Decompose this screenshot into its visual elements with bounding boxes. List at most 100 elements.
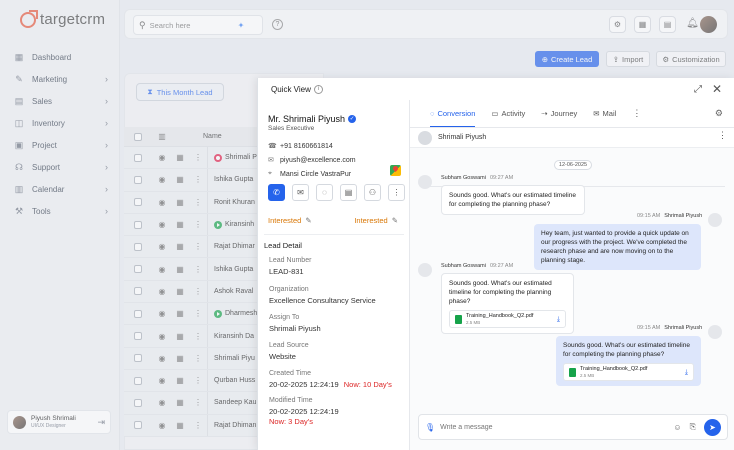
lead-name-cell[interactable]: Ashok Raval [207, 280, 258, 303]
kebab-icon[interactable]: ⋮ [189, 175, 207, 184]
row-checkbox[interactable] [134, 242, 142, 251]
tab-activity[interactable]: ▭ Activity [491, 100, 525, 127]
sidebar-item-support[interactable]: ☊ Support › [10, 156, 110, 178]
kebab-icon[interactable]: ⋮ [189, 421, 207, 430]
lead-name-cell[interactable]: Qurban Huss [207, 369, 258, 392]
kebab-icon[interactable]: ⋮ [189, 309, 207, 318]
calendar-icon[interactable]: ▦ [171, 354, 189, 363]
table-row[interactable]: ◉ ▦ ⋮ Qurban Huss [124, 369, 258, 393]
row-checkbox[interactable] [134, 265, 142, 274]
tabs-more-icon[interactable]: ⋮ [632, 108, 641, 119]
eye-icon[interactable]: ◉ [153, 376, 171, 385]
table-row[interactable]: ◉ ▦ ⋮ Kiransinh [124, 213, 258, 237]
chat-more-icon[interactable]: ⋮ [718, 130, 727, 141]
calendar-icon[interactable]: ▦ [171, 242, 189, 251]
lead-name-cell[interactable]: Kiransinh Da [207, 325, 258, 347]
tab-conversion[interactable]: ◌ Conversion [430, 100, 476, 127]
calendar-icon[interactable]: ▦ [171, 332, 189, 341]
row-checkbox[interactable] [134, 309, 142, 318]
kebab-icon[interactable]: ⋮ [189, 332, 207, 341]
lead-name-cell[interactable]: Shrimali Piyu [207, 347, 258, 369]
sidebar-item-tools[interactable]: ⚒ Tools › [10, 200, 110, 222]
emoji-icon[interactable]: ☺ [673, 423, 681, 432]
info-icon[interactable]: i [313, 84, 323, 94]
create-lead-button[interactable]: ⊕ Create Lead [535, 51, 599, 67]
table-row[interactable]: ◉ ▦ ⋮ Ronit Khuran [124, 191, 258, 214]
kebab-icon[interactable]: ⋮ [189, 287, 207, 296]
eye-icon[interactable]: ◉ [153, 220, 171, 229]
kebab-icon[interactable]: ⋮ [189, 220, 207, 229]
send-button[interactable]: ➤ [704, 418, 721, 436]
import-button[interactable]: ⇪ Import [606, 51, 650, 67]
document-button[interactable]: ▤ [340, 184, 357, 201]
sidebar-item-sales[interactable]: ▤ Sales › [10, 90, 110, 112]
this-month-filter-button[interactable]: ⧗ This Month Lead [136, 83, 224, 101]
select-all-checkbox[interactable] [134, 132, 142, 141]
table-row[interactable]: ◉ ▦ ⋮ Ishika Gupta [124, 169, 258, 192]
lead-name-cell[interactable]: Ishika Gupta [207, 169, 258, 191]
download-icon[interactable]: ⤓ [685, 368, 688, 377]
profile-avatar[interactable] [700, 16, 717, 33]
call-button[interactable]: ✆ [268, 184, 285, 201]
lead-name-cell[interactable]: Rajat Dhiman [207, 414, 258, 436]
email-button[interactable]: ✉ [292, 184, 309, 201]
download-icon[interactable]: ⤓ [557, 315, 560, 324]
eye-icon[interactable]: ◉ [153, 242, 171, 251]
kebab-icon[interactable]: ⋮ [189, 398, 207, 407]
columns-icon[interactable]: ▥ [153, 132, 171, 141]
table-row[interactable]: ◉ ▦ ⋮ Ashok Raval [124, 280, 258, 304]
status-right[interactable]: Interested ✎ [354, 216, 398, 225]
row-checkbox[interactable] [134, 198, 142, 207]
table-row[interactable]: ◉ ▦ ⋮ Sandeep Kau [124, 392, 258, 415]
search-input[interactable] [149, 20, 238, 30]
row-checkbox[interactable] [134, 354, 142, 363]
table-row[interactable]: ◉ ▦ ⋮ Ishika Gupta [124, 258, 258, 281]
more-button[interactable]: ⋮ [388, 184, 405, 201]
lead-name-cell[interactable]: Kiransinh [207, 213, 258, 236]
row-checkbox[interactable] [134, 421, 142, 430]
row-checkbox[interactable] [134, 376, 142, 385]
kebab-icon[interactable]: ⋮ [189, 198, 207, 207]
gear-icon[interactable]: ⚙ [715, 108, 723, 119]
sidebar-item-marketing[interactable]: ✎ Marketing › [10, 68, 110, 90]
search-box[interactable]: ⚲ ✦ [133, 15, 263, 35]
expand-icon[interactable]: ⤢ [694, 84, 702, 95]
calendar-icon[interactable]: ▦ [171, 220, 189, 229]
calendar-icon[interactable]: ▦ [171, 287, 189, 296]
eye-icon[interactable]: ◉ [153, 287, 171, 296]
calendar-icon[interactable]: ▦ [171, 309, 189, 318]
eye-icon[interactable]: ◉ [153, 309, 171, 318]
close-icon[interactable]: ✕ [712, 82, 722, 96]
lead-name-cell[interactable]: Sandeep Kau [207, 392, 258, 414]
microphone-icon[interactable]: 🎙︎ [425, 423, 435, 432]
status-left[interactable]: Interested ✎ [268, 216, 312, 225]
lead-phone[interactable]: ☎ +91 8160661814 [268, 142, 333, 151]
kebab-icon[interactable]: ⋮ [189, 265, 207, 274]
eye-icon[interactable]: ◉ [153, 198, 171, 207]
kebab-icon[interactable]: ⋮ [189, 354, 207, 363]
row-checkbox[interactable] [134, 332, 142, 341]
tab-mail[interactable]: ✉ Mail [593, 100, 616, 127]
eye-icon[interactable]: ◉ [153, 354, 171, 363]
settings-icon[interactable]: ⚙ [609, 16, 626, 33]
row-checkbox[interactable] [134, 175, 142, 184]
customization-button[interactable]: ⚙ Customization [656, 51, 726, 67]
eye-icon[interactable]: ◉ [153, 175, 171, 184]
eye-icon[interactable]: ◉ [153, 153, 171, 162]
lead-name-cell[interactable]: Rajat Dhimar [207, 236, 258, 258]
lead-name-cell[interactable]: Ronit Khuran [207, 191, 258, 213]
calendar-icon[interactable]: ▦ [171, 376, 189, 385]
row-checkbox[interactable] [134, 153, 142, 162]
chat-button[interactable]: ◌ [316, 184, 333, 201]
calendar-icon[interactable]: ▦ [171, 198, 189, 207]
table-row[interactable]: ◉ ▦ ⋮ Rajat Dhimar [124, 236, 258, 259]
lead-name-cell[interactable]: Ishika Gupta [207, 258, 258, 280]
column-header-name[interactable]: Name [171, 127, 258, 146]
sidebar-item-calendar[interactable]: ▥ Calendar › [10, 178, 110, 200]
calendar-icon[interactable]: ▦ [171, 153, 189, 162]
kebab-icon[interactable]: ⋮ [189, 153, 207, 162]
table-row[interactable]: ◉ ▦ ⋮ Rajat Dhiman [124, 414, 258, 437]
tab-journey[interactable]: ⇢ Journey [541, 100, 577, 127]
row-checkbox[interactable] [134, 287, 142, 296]
table-row[interactable]: ◉ ▦ ⋮ Shrimali P [124, 147, 258, 170]
